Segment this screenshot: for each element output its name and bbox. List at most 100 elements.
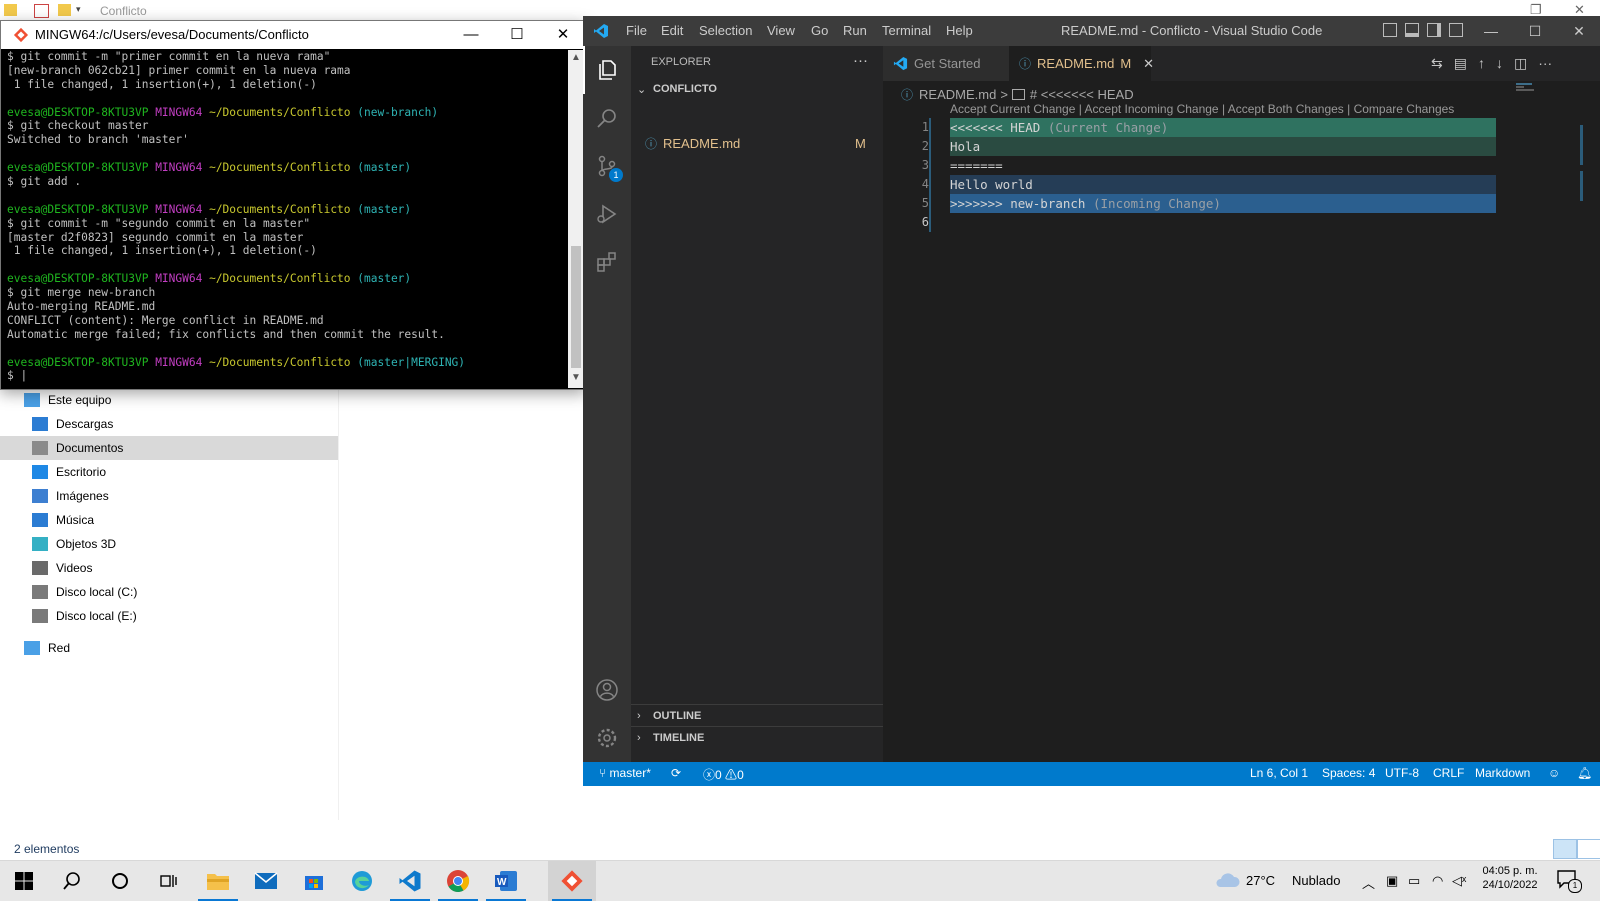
nav-item-este-equipo[interactable]: Este equipo <box>0 388 338 412</box>
code-line[interactable]: <<<<<<< HEAD (Current Change) <box>950 118 1496 137</box>
details-view-button[interactable] <box>1553 839 1577 859</box>
activity-run-debug[interactable] <box>583 190 631 238</box>
taskbar-file-explorer[interactable] <box>194 861 242 901</box>
nav-item-red[interactable]: Red <box>0 636 338 660</box>
line-endings[interactable]: CRLF <box>1433 766 1464 780</box>
cortana-button[interactable] <box>96 861 144 901</box>
taskbar-mail[interactable] <box>242 861 290 901</box>
close-icon[interactable]: ✕ <box>541 23 585 47</box>
activity-explorer[interactable] <box>583 46 631 94</box>
menu-run[interactable]: Run <box>843 23 867 38</box>
code-line[interactable]: ======= <box>950 156 1496 175</box>
minimap[interactable] <box>1496 81 1586 221</box>
menu-edit[interactable]: Edit <box>661 23 683 38</box>
code-line[interactable]: >>>>>>> new-branch (Incoming Change) <box>950 194 1496 213</box>
code-line[interactable]: Hola <box>950 137 1496 156</box>
toggle-panel-icon[interactable] <box>1405 23 1419 37</box>
large-icons-view-button[interactable] <box>1577 839 1600 859</box>
menu-go[interactable]: Go <box>811 23 828 38</box>
new-folder-icon[interactable] <box>58 4 71 16</box>
breadcrumb-file[interactable]: README.md <box>919 87 996 102</box>
menu-terminal[interactable]: Terminal <box>882 23 931 38</box>
menu-view[interactable]: View <box>767 23 795 38</box>
nav-item-videos[interactable]: Videos <box>0 556 338 580</box>
git-bash-window[interactable]: MINGW64:/c/Users/evesa/Documents/Conflic… <box>0 20 586 390</box>
timeline-section-header[interactable]: › TIMELINE <box>631 726 883 749</box>
activity-accounts[interactable] <box>583 666 631 714</box>
taskbar-edge[interactable] <box>338 861 386 901</box>
next-conflict-icon[interactable]: ↓ <box>1496 55 1503 72</box>
task-view-button[interactable] <box>144 861 192 901</box>
activity-manage[interactable] <box>583 714 631 762</box>
nav-item-escritorio[interactable]: Escritorio <box>0 460 338 484</box>
customize-toolbar-icon[interactable]: ▾ <box>76 4 89 16</box>
nav-item-documentos[interactable]: Documentos <box>0 436 338 460</box>
minimize-icon[interactable]: — <box>1469 19 1513 43</box>
activity-source-control[interactable]: 1 <box>583 142 631 190</box>
tab-readme[interactable]: ⓘ README.md M ✕ <box>1009 46 1154 81</box>
breadcrumb-symbol[interactable]: # <<<<<<< HEAD <box>1030 87 1134 102</box>
clock[interactable]: 04:05 p. m. 24/10/2022 <box>1480 865 1540 891</box>
editor-area[interactable]: Get Started ⓘ README.md M ✕ ⇆ ▤ ↑ ↓ ◫ ··… <box>883 46 1600 762</box>
tab-get-started[interactable]: Get Started <box>883 46 1009 81</box>
taskbar-word[interactable]: W <box>482 861 530 901</box>
cursor-position[interactable]: Ln 6, Col 1 <box>1250 766 1308 780</box>
terminal-output[interactable]: $ git commit -m "primer commit en la nue… <box>7 50 567 388</box>
wifi-icon[interactable]: ◠ <box>1432 873 1443 889</box>
taskbar-git-bash[interactable] <box>548 861 596 901</box>
search-button[interactable] <box>48 861 96 901</box>
toggle-secondary-sidebar-icon[interactable] <box>1427 23 1441 37</box>
previous-conflict-icon[interactable]: ↑ <box>1478 55 1485 72</box>
volume-mute-icon[interactable]: ◁ˣ <box>1452 873 1466 889</box>
nav-item-objetos-3d[interactable]: Objetos 3D <box>0 532 338 556</box>
minimize-icon[interactable]: — <box>449 23 493 47</box>
code-content[interactable]: <<<<<<< HEAD (Current Change) Hola =======… <box>950 118 1496 232</box>
maximize-icon[interactable]: ☐ <box>495 23 539 47</box>
encoding[interactable]: UTF-8 <box>1385 766 1419 780</box>
more-actions-icon[interactable]: ··· <box>853 52 868 69</box>
properties-icon[interactable] <box>34 4 49 18</box>
chevron-up-icon[interactable]: ︿ <box>1362 873 1375 892</box>
battery-icon[interactable]: ▭ <box>1408 873 1420 889</box>
customize-layout-icon[interactable] <box>1449 23 1463 37</box>
sync-icon[interactable]: ⟳ <box>671 766 681 780</box>
menu-help[interactable]: Help <box>946 23 973 38</box>
nav-item-descargas[interactable]: Descargas <box>0 412 338 436</box>
taskbar-chrome[interactable] <box>434 861 482 901</box>
nav-item-disco-local-e-[interactable]: Disco local (E:) <box>0 604 338 628</box>
merge-conflict-codelens[interactable]: Accept Current Change | Accept Incoming … <box>950 102 1454 116</box>
code-line[interactable] <box>950 213 1496 232</box>
activity-search[interactable] <box>583 94 631 142</box>
close-tab-icon[interactable]: ✕ <box>1143 56 1154 72</box>
start-button[interactable] <box>0 861 48 901</box>
taskbar-store[interactable] <box>290 861 338 901</box>
feedback-icon[interactable]: ☺ <box>1548 766 1560 780</box>
menu-file[interactable]: File <box>626 23 647 38</box>
terminal-scrollbar[interactable]: ▲ ▼ <box>568 50 584 388</box>
toggle-primary-sidebar-icon[interactable] <box>1383 23 1397 37</box>
outline-section-header[interactable]: › OUTLINE <box>631 704 883 727</box>
taskbar-vscode[interactable] <box>386 861 434 901</box>
file-item-readme[interactable]: ⓘ README.md M <box>631 132 883 154</box>
indentation[interactable]: Spaces: 4 <box>1322 766 1375 780</box>
scroll-down-icon[interactable]: ▼ <box>568 372 584 383</box>
notifications-icon[interactable]: 🔔︎ <box>1577 766 1592 780</box>
open-changes-icon[interactable]: ⇆ <box>1431 55 1443 72</box>
problems-indicator[interactable]: ⓧ0 ⚠0 <box>703 766 744 783</box>
close-icon[interactable]: ✕ <box>1557 19 1600 43</box>
nav-item-im-genes[interactable]: Imágenes <box>0 484 338 508</box>
language-mode[interactable]: Markdown <box>1475 766 1530 780</box>
scroll-up-icon[interactable]: ▲ <box>568 52 584 63</box>
menu-selection[interactable]: Selection <box>699 23 752 38</box>
split-editor-icon[interactable]: ◫ <box>1514 55 1527 72</box>
meet-now-icon[interactable]: ▣ <box>1386 873 1398 889</box>
code-line[interactable]: Hello world <box>950 175 1496 194</box>
weather-widget[interactable] <box>1214 872 1240 891</box>
open-preview-icon[interactable]: ▤ <box>1454 55 1467 72</box>
folder-section-header[interactable]: ⌄ CONFLICTO <box>631 78 883 100</box>
nav-item-disco-local-c-[interactable]: Disco local (C:) <box>0 580 338 604</box>
branch-indicator[interactable]: ⑂ master* <box>599 766 651 780</box>
more-actions-icon[interactable]: ··· <box>1538 55 1552 72</box>
nav-item-m-sica[interactable]: Música <box>0 508 338 532</box>
maximize-icon[interactable]: ☐ <box>1513 19 1557 43</box>
